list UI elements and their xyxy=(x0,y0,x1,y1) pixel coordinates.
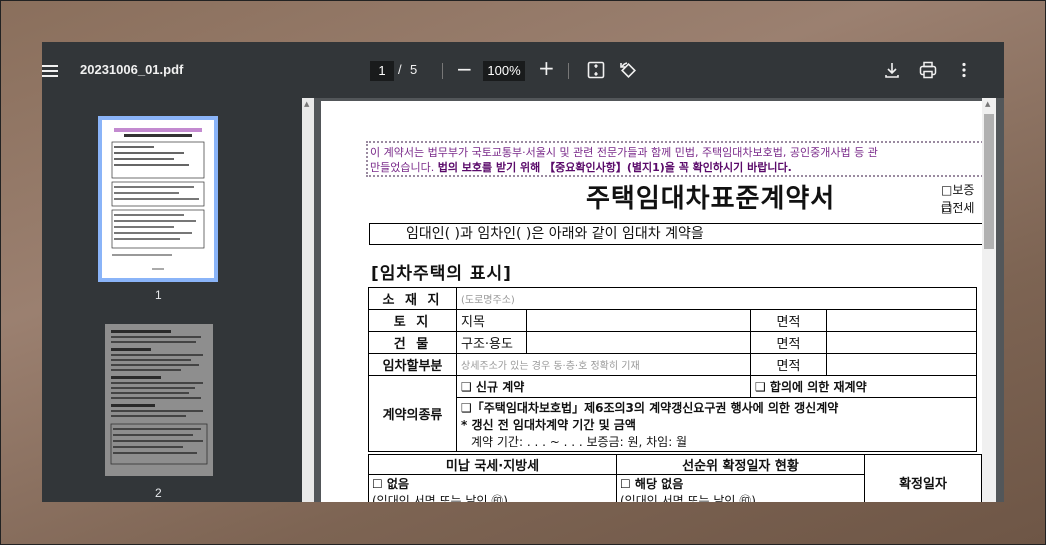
location-value: (도로명주소) xyxy=(456,287,977,310)
download-icon[interactable] xyxy=(882,60,902,80)
lease-area-value xyxy=(826,353,977,376)
table-row: 토 지 지목 면적 xyxy=(368,309,977,332)
new-contract-option: ❑ 신규 계약 xyxy=(456,375,751,398)
tax-signature: (임대인 서명 또는 날인 ㊞) xyxy=(372,494,508,502)
property-table: 소 재 지 (도로명주소) 토 지 지목 면적 건 물 구조·용도 면적 임차할… xyxy=(368,287,977,452)
fixed-date-label: 확정일자 xyxy=(863,454,982,502)
page-total: 5 xyxy=(410,62,418,77)
rotate-icon[interactable] xyxy=(618,60,638,80)
renewal-right-option: ❑「주택임대차보호법」제6조의3의 계약갱신요구권 행사에 의한 갱신계약 xyxy=(461,401,839,415)
scrollbar-thumb[interactable] xyxy=(984,114,994,249)
renewal-right-cell: ❑「주택임대차보호법」제6조의3의 계약갱신요구권 행사에 의한 갱신계약 * … xyxy=(456,397,977,452)
pdf-page: 이 계약서는 법무부가 국토교통부·서울시 및 관련 전문가들과 함께 민법, … xyxy=(321,101,982,502)
building-label: 건 물 xyxy=(368,331,457,354)
thumbnail-sidebar: 1 2 xyxy=(42,98,302,502)
table-row: 소 재 지 (도로명주소) xyxy=(368,287,977,310)
priority-none-option: ☐ 해당 없음 xyxy=(619,477,684,491)
land-value xyxy=(526,309,751,332)
table-row: 계약의종류 ❑ 신규 계약 ❑ 합의에 의한 재계약 xyxy=(368,375,977,452)
section-heading: [임차주택의 표시] xyxy=(371,264,512,284)
jeonse-option: □전세 xyxy=(941,201,975,215)
sidebar-scrollbar[interactable]: ▲ xyxy=(302,98,314,502)
tax-cell: ☐ 없음 (임대인 서명 또는 날인 ㊞) xyxy=(368,474,617,502)
zoom-in-button[interactable]: + xyxy=(538,58,555,78)
toolbar-divider xyxy=(442,63,443,79)
thumbnail-page-2[interactable] xyxy=(105,324,213,476)
zoom-level-input[interactable]: 100% xyxy=(483,61,525,81)
toolbar: 20231006_01.pdf 1 / 5 − 100% + xyxy=(42,42,1004,98)
file-name: 20231006_01.pdf xyxy=(80,62,184,77)
scroll-up-arrow-icon[interactable]: ▲ xyxy=(985,100,990,108)
toolbar-divider xyxy=(568,63,569,79)
tax-none-option: ☐ 없음 xyxy=(372,477,410,491)
lease-area-label: 면적 xyxy=(750,353,827,376)
building-type: 구조·용도 xyxy=(456,331,527,354)
menu-icon[interactable] xyxy=(42,62,58,78)
document-title: 주택임대차표준계약서 xyxy=(586,184,836,214)
land-label: 토 지 xyxy=(368,309,457,332)
thumbnail-label-1: 1 xyxy=(155,288,162,302)
table-row: ❑「주택임대차보호법」제6조의3의 계약갱신요구권 행사에 의한 갱신계약 * … xyxy=(369,397,977,452)
notice-box: 이 계약서는 법무부가 국토교통부·서울시 및 관련 전문가들과 함께 민법, … xyxy=(366,141,982,177)
priority-header: 선순위 확정일자 현황 xyxy=(615,454,865,475)
building-area-value xyxy=(826,331,977,354)
fit-to-page-icon[interactable] xyxy=(586,60,606,80)
page-number-input[interactable]: 1 xyxy=(370,61,394,81)
print-icon[interactable] xyxy=(918,60,938,80)
thumbnail-label-2: 2 xyxy=(155,486,162,500)
priority-cell: ☐ 해당 없음 (임대인 서명 또는 날인 ㊞) xyxy=(615,474,865,502)
page-separator: / xyxy=(398,62,402,77)
land-area-value xyxy=(826,309,977,332)
main-scrollbar[interactable]: ▲ xyxy=(982,98,996,502)
notice-line-2: 만들었습니다. 법의 보호를 받기 위해 【중요확인사항】(별지1)을 꼭 확인… xyxy=(370,161,792,174)
scroll-up-arrow-icon[interactable]: ▲ xyxy=(304,100,309,108)
table-row: 미납 국세·지방세 선순위 확정일자 현황 확정일자 xyxy=(368,454,982,502)
contract-type-label: 계약의종류 xyxy=(368,375,457,452)
more-options-icon[interactable] xyxy=(954,60,974,80)
zoom-out-button[interactable]: − xyxy=(456,59,473,79)
tax-header: 미납 국세·지방세 xyxy=(368,454,617,475)
building-area-label: 면적 xyxy=(750,331,827,354)
land-area-label: 면적 xyxy=(750,309,827,332)
prev-contract-period: 계약 기간: . . . ~ . . . 보증금: 원, 차임: 월 xyxy=(471,435,688,449)
prev-contract-info: * 갱신 전 임대차계약 기간 및 금액 xyxy=(461,418,636,432)
tax-priority-table: 미납 국세·지방세 선순위 확정일자 현황 확정일자 ☐ 없음 (임대인 서명 … xyxy=(368,454,982,502)
building-value xyxy=(526,331,751,354)
lease-part-value: 상세주소가 있는 경우 동·층·호 정확히 기재 xyxy=(456,353,751,376)
lease-part-label: 임차할부분 xyxy=(368,353,457,376)
parties-line: 임대인( )과 임차인( )은 아래와 같이 임대차 계약을 xyxy=(369,223,982,245)
land-type: 지목 xyxy=(456,309,527,332)
location-label: 소 재 지 xyxy=(368,287,457,310)
thumbnail-page-1[interactable] xyxy=(98,116,218,282)
priority-signature: (임대인 서명 또는 날인 ㊞) xyxy=(619,494,756,502)
table-row: 건 물 구조·용도 면적 xyxy=(368,331,977,354)
renewal-agreement-option: ❑ 합의에 의한 재계약 xyxy=(750,375,977,398)
table-row: 임차할부분 상세주소가 있는 경우 동·층·호 정확히 기재 면적 xyxy=(368,353,977,376)
notice-line-1: 이 계약서는 법무부가 국토교통부·서울시 및 관련 전문가들과 함께 민법, … xyxy=(370,146,878,159)
pdf-viewer: 20231006_01.pdf 1 / 5 − 100% + 1 2 ▲ 이 계… xyxy=(42,42,1004,502)
